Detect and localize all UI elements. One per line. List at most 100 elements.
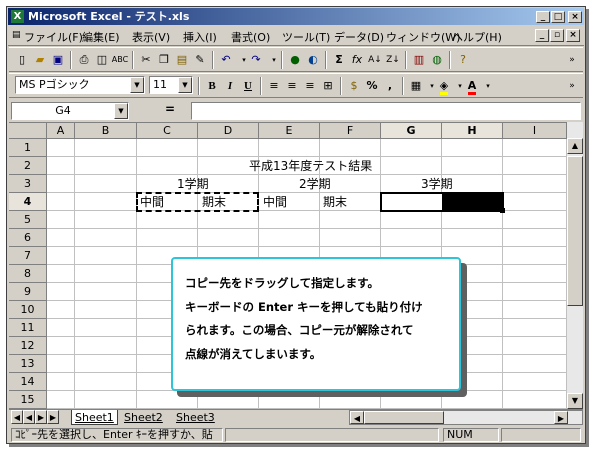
select-all-corner[interactable] — [9, 123, 47, 139]
prev-sheet-icon[interactable]: ◀ — [23, 410, 35, 424]
toolbar-overflow-icon[interactable]: » — [563, 52, 581, 68]
close-button[interactable]: × — [568, 11, 582, 23]
new-icon[interactable]: ▯ — [13, 52, 31, 68]
paste-icon[interactable]: ▤ — [173, 52, 191, 68]
percent-icon[interactable]: % — [363, 78, 381, 94]
sheet-title-cell[interactable]: 平成13年度テスト結果 — [249, 157, 372, 175]
cell-term1[interactable]: 1学期 — [177, 175, 209, 193]
row-header-9[interactable]: 9 — [9, 283, 47, 301]
last-sheet-icon[interactable]: ▶ — [47, 410, 59, 424]
scroll-down-icon[interactable]: ▼ — [567, 393, 583, 409]
row-header-7[interactable]: 7 — [9, 247, 47, 265]
row-header-15[interactable]: 15 — [9, 391, 47, 409]
column-header-c[interactable]: C — [137, 123, 198, 139]
column-header-a[interactable]: A — [47, 123, 75, 139]
row-header-8[interactable]: 8 — [9, 265, 47, 283]
menu-help[interactable]: ヘルプ(H) — [452, 29, 502, 45]
bold-icon[interactable]: B — [203, 78, 221, 94]
doc-restore-button[interactable]: ▫ — [550, 29, 564, 42]
save-icon[interactable]: ▣ — [49, 52, 67, 68]
chevron-down-icon[interactable]: ▼ — [178, 77, 192, 93]
fill-handle[interactable] — [500, 208, 505, 213]
hyperlink-icon[interactable]: ● — [286, 52, 304, 68]
minimize-button[interactable]: _ — [536, 11, 550, 23]
chart-icon[interactable]: ▥ — [410, 52, 428, 68]
menu-format[interactable]: 書式(O) — [231, 29, 270, 45]
chevron-down-icon[interactable]: ▼ — [130, 77, 144, 93]
column-header-e[interactable]: E — [259, 123, 320, 139]
row-header-1[interactable]: 1 — [9, 139, 47, 157]
web-icon[interactable]: ◐ — [304, 52, 322, 68]
cell-term2[interactable]: 2学期 — [299, 175, 331, 193]
column-header-h[interactable]: H — [442, 123, 503, 139]
comma-icon[interactable]: , — [381, 78, 399, 94]
help-icon[interactable]: ? — [454, 52, 472, 68]
row-header-12[interactable]: 12 — [9, 337, 47, 355]
row-header-4[interactable]: 4 — [9, 193, 47, 211]
scroll-right-icon[interactable]: ▶ — [554, 411, 568, 424]
tab-sheet1[interactable]: Sheet1 — [71, 410, 118, 425]
sort-desc-icon[interactable]: Z↓ — [384, 52, 402, 68]
cell-f4[interactable]: 期末 — [323, 193, 347, 211]
toolbar-overflow-icon[interactable]: » — [563, 78, 581, 94]
formula-input[interactable] — [191, 102, 581, 120]
map-icon[interactable]: ◍ — [428, 52, 446, 68]
menu-file[interactable]: ファイル(F) — [24, 29, 83, 45]
menu-view[interactable]: 表示(V) — [132, 29, 170, 45]
font-name-select[interactable]: MS Pゴシック ▼ — [15, 76, 145, 94]
sort-asc-icon[interactable]: A↓ — [366, 52, 384, 68]
equals-sign[interactable]: = — [165, 102, 175, 116]
row-header-6[interactable]: 6 — [9, 229, 47, 247]
menu-data[interactable]: データ(D) — [334, 29, 384, 45]
cut-icon[interactable]: ✂ — [137, 52, 155, 68]
horizontal-scrollbar[interactable]: ◀ ▶ — [349, 410, 583, 425]
tab-sheet3[interactable]: Sheet3 — [173, 410, 218, 425]
doc-minimize-button[interactable]: _ — [535, 29, 549, 42]
row-header-14[interactable]: 14 — [9, 373, 47, 391]
cell-term3[interactable]: 3学期 — [421, 175, 453, 193]
column-header-i[interactable]: I — [503, 123, 567, 139]
row-header-11[interactable]: 11 — [9, 319, 47, 337]
cell-e4[interactable]: 中間 — [263, 193, 287, 211]
doc-close-button[interactable]: × — [566, 29, 580, 42]
first-sheet-icon[interactable]: ◀ — [11, 410, 23, 424]
chevron-down-icon[interactable]: ▼ — [114, 103, 128, 119]
merge-center-icon[interactable]: ⊞ — [319, 78, 337, 94]
italic-icon[interactable]: I — [221, 78, 239, 94]
row-header-2[interactable]: 2 — [9, 157, 47, 175]
format-painter-icon[interactable]: ✎ — [191, 52, 209, 68]
undo-icon[interactable]: ↶ — [217, 52, 235, 68]
excel-app-icon[interactable]: X — [11, 10, 24, 23]
function-icon[interactable]: fx — [348, 52, 366, 68]
vertical-scrollbar[interactable]: ▲ ▼ — [567, 122, 583, 409]
row-header-5[interactable]: 5 — [9, 211, 47, 229]
hscroll-thumb[interactable] — [364, 411, 444, 424]
menu-window[interactable]: ウィンドウ(W) — [386, 29, 460, 45]
scroll-thumb[interactable] — [567, 156, 583, 306]
row-header-13[interactable]: 13 — [9, 355, 47, 373]
next-sheet-icon[interactable]: ▶ — [35, 410, 47, 424]
scroll-left-icon[interactable]: ◀ — [350, 411, 364, 424]
redo-icon[interactable]: ↷ — [247, 52, 265, 68]
column-header-f[interactable]: F — [320, 123, 381, 139]
preview-icon[interactable]: ◫ — [93, 52, 111, 68]
row-header-10[interactable]: 10 — [9, 301, 47, 319]
column-header-d[interactable]: D — [198, 123, 259, 139]
row-header-3[interactable]: 3 — [9, 175, 47, 193]
align-left-icon[interactable]: ≡ — [265, 78, 283, 94]
scroll-up-icon[interactable]: ▲ — [567, 138, 583, 154]
column-header-g[interactable]: G — [381, 123, 442, 139]
align-right-icon[interactable]: ≡ — [301, 78, 319, 94]
chevron-down-icon[interactable]: ▾ — [479, 78, 497, 94]
column-header-b[interactable]: B — [75, 123, 137, 139]
align-center-icon[interactable]: ≡ — [283, 78, 301, 94]
font-size-select[interactable]: 11 ▼ — [149, 76, 193, 94]
open-icon[interactable]: ▰ — [31, 52, 49, 68]
menu-insert[interactable]: 挿入(I) — [183, 29, 217, 45]
maximize-button[interactable]: □ — [551, 11, 565, 23]
currency-icon[interactable]: $ — [345, 78, 363, 94]
spell-icon[interactable]: ABC — [111, 52, 129, 68]
underline-icon[interactable]: U — [239, 78, 257, 94]
sum-icon[interactable]: Σ — [330, 52, 348, 68]
copy-icon[interactable]: ❐ — [155, 52, 173, 68]
